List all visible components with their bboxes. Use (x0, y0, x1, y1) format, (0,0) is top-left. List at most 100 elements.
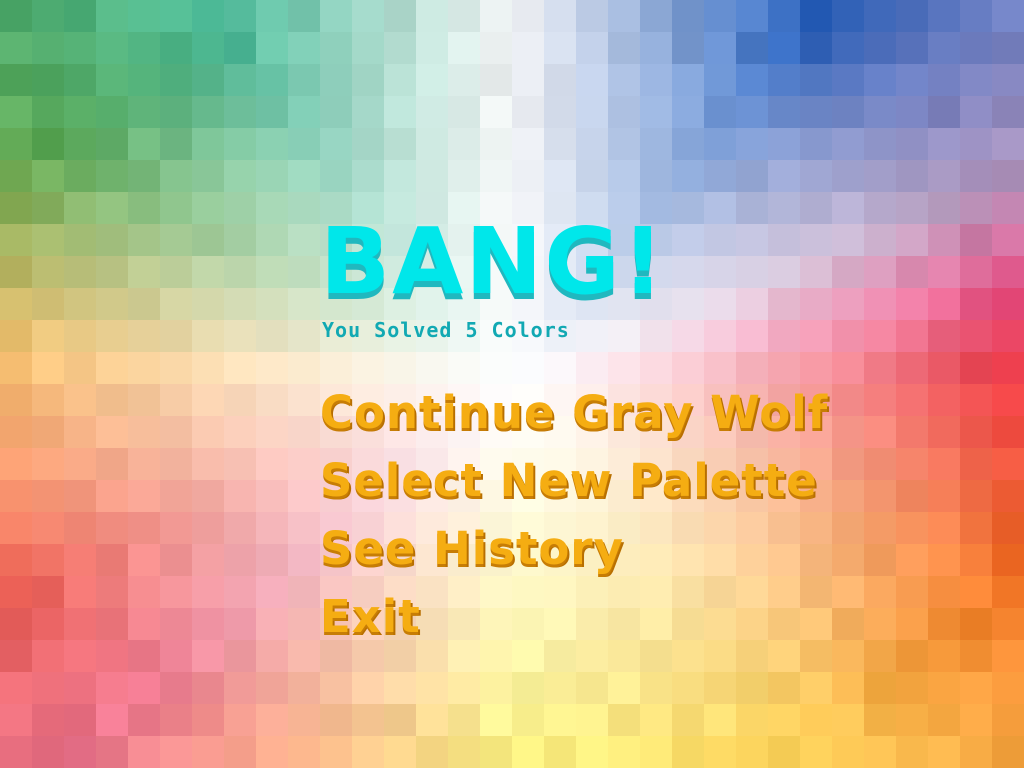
mosaic-tile (256, 384, 288, 416)
mosaic-tile (832, 704, 864, 736)
mosaic-tile (960, 32, 992, 64)
mosaic-tile (928, 192, 960, 224)
mosaic-tile (640, 672, 672, 704)
exit-button[interactable]: Exit (320, 588, 828, 656)
mosaic-tile (160, 256, 192, 288)
continue-button[interactable]: Continue Gray Wolf (320, 384, 828, 452)
mosaic-tile (192, 736, 224, 768)
mosaic-tile (896, 512, 928, 544)
mosaic-tile (864, 640, 896, 672)
mosaic-tile (32, 352, 64, 384)
mosaic-tile (576, 32, 608, 64)
mosaic-tile (896, 736, 928, 768)
mosaic-tile (512, 736, 544, 768)
mosaic-tile (160, 416, 192, 448)
mosaic-tile (512, 704, 544, 736)
mosaic-tile (160, 640, 192, 672)
mosaic-tile (224, 160, 256, 192)
mosaic-tile (64, 0, 96, 32)
mosaic-tile (832, 288, 864, 320)
mosaic-tile (256, 224, 288, 256)
mosaic-tile (384, 672, 416, 704)
mosaic-tile (768, 704, 800, 736)
mosaic-tile (544, 160, 576, 192)
mosaic-tile (96, 128, 128, 160)
mosaic-tile (544, 32, 576, 64)
mosaic-tile (160, 608, 192, 640)
mosaic-tile (800, 736, 832, 768)
mosaic-tile (128, 704, 160, 736)
mosaic-tile (992, 224, 1024, 256)
mosaic-tile (128, 96, 160, 128)
mosaic-tile (256, 512, 288, 544)
mosaic-tile (992, 480, 1024, 512)
mosaic-tile (256, 288, 288, 320)
see-history-button[interactable]: See History (320, 520, 828, 588)
mosaic-tile (960, 736, 992, 768)
mosaic-tile (0, 192, 32, 224)
mosaic-tile (512, 0, 544, 32)
mosaic-tile (192, 352, 224, 384)
mosaic-tile (96, 64, 128, 96)
mosaic-tile (928, 448, 960, 480)
mosaic-tile (224, 192, 256, 224)
mosaic-tile (288, 288, 320, 320)
mosaic-tile (800, 192, 832, 224)
mosaic-tile (128, 640, 160, 672)
mosaic-tile (576, 320, 608, 352)
mosaic-tile (864, 704, 896, 736)
mosaic-tile (288, 640, 320, 672)
mosaic-tile (832, 576, 864, 608)
mosaic-tile (896, 672, 928, 704)
mosaic-tile (640, 704, 672, 736)
mosaic-tile (128, 576, 160, 608)
mosaic-tile (960, 0, 992, 32)
mosaic-tile (704, 320, 736, 352)
mosaic-tile (992, 576, 1024, 608)
mosaic-tile (768, 128, 800, 160)
mosaic-tile (192, 32, 224, 64)
mosaic-tile (832, 32, 864, 64)
mosaic-tile (992, 352, 1024, 384)
mosaic-tile (832, 256, 864, 288)
mosaic-tile (448, 128, 480, 160)
mosaic-tile (640, 128, 672, 160)
mosaic-tile (800, 352, 832, 384)
mosaic-tile (960, 512, 992, 544)
mosaic-tile (896, 448, 928, 480)
mosaic-tile (544, 0, 576, 32)
mosaic-tile (128, 512, 160, 544)
mosaic-tile (224, 736, 256, 768)
mosaic-tile (832, 416, 864, 448)
mosaic-tile (544, 736, 576, 768)
mosaic-tile (704, 0, 736, 32)
mosaic-tile (576, 96, 608, 128)
mosaic-tile (512, 352, 544, 384)
mosaic-tile (416, 352, 448, 384)
mosaic-tile (128, 32, 160, 64)
mosaic-tile (928, 32, 960, 64)
mosaic-tile (32, 224, 64, 256)
mosaic-tile (960, 352, 992, 384)
mosaic-tile (384, 64, 416, 96)
mosaic-tile (96, 288, 128, 320)
mosaic-tile (256, 672, 288, 704)
mosaic-tile (192, 416, 224, 448)
mosaic-tile (192, 160, 224, 192)
mosaic-tile (96, 608, 128, 640)
mosaic-tile (736, 352, 768, 384)
mosaic-tile (32, 128, 64, 160)
mosaic-tile (832, 160, 864, 192)
select-new-palette-button[interactable]: Select New Palette (320, 452, 828, 520)
mosaic-tile (352, 32, 384, 64)
mosaic-tile (160, 480, 192, 512)
mosaic-tile (416, 160, 448, 192)
mosaic-tile (256, 576, 288, 608)
mosaic-tile (864, 576, 896, 608)
mosaic-tile (800, 320, 832, 352)
mosaic-tile (32, 608, 64, 640)
mosaic-tile (320, 672, 352, 704)
mosaic-tile (96, 576, 128, 608)
mosaic-tile (64, 576, 96, 608)
mosaic-tile (992, 672, 1024, 704)
